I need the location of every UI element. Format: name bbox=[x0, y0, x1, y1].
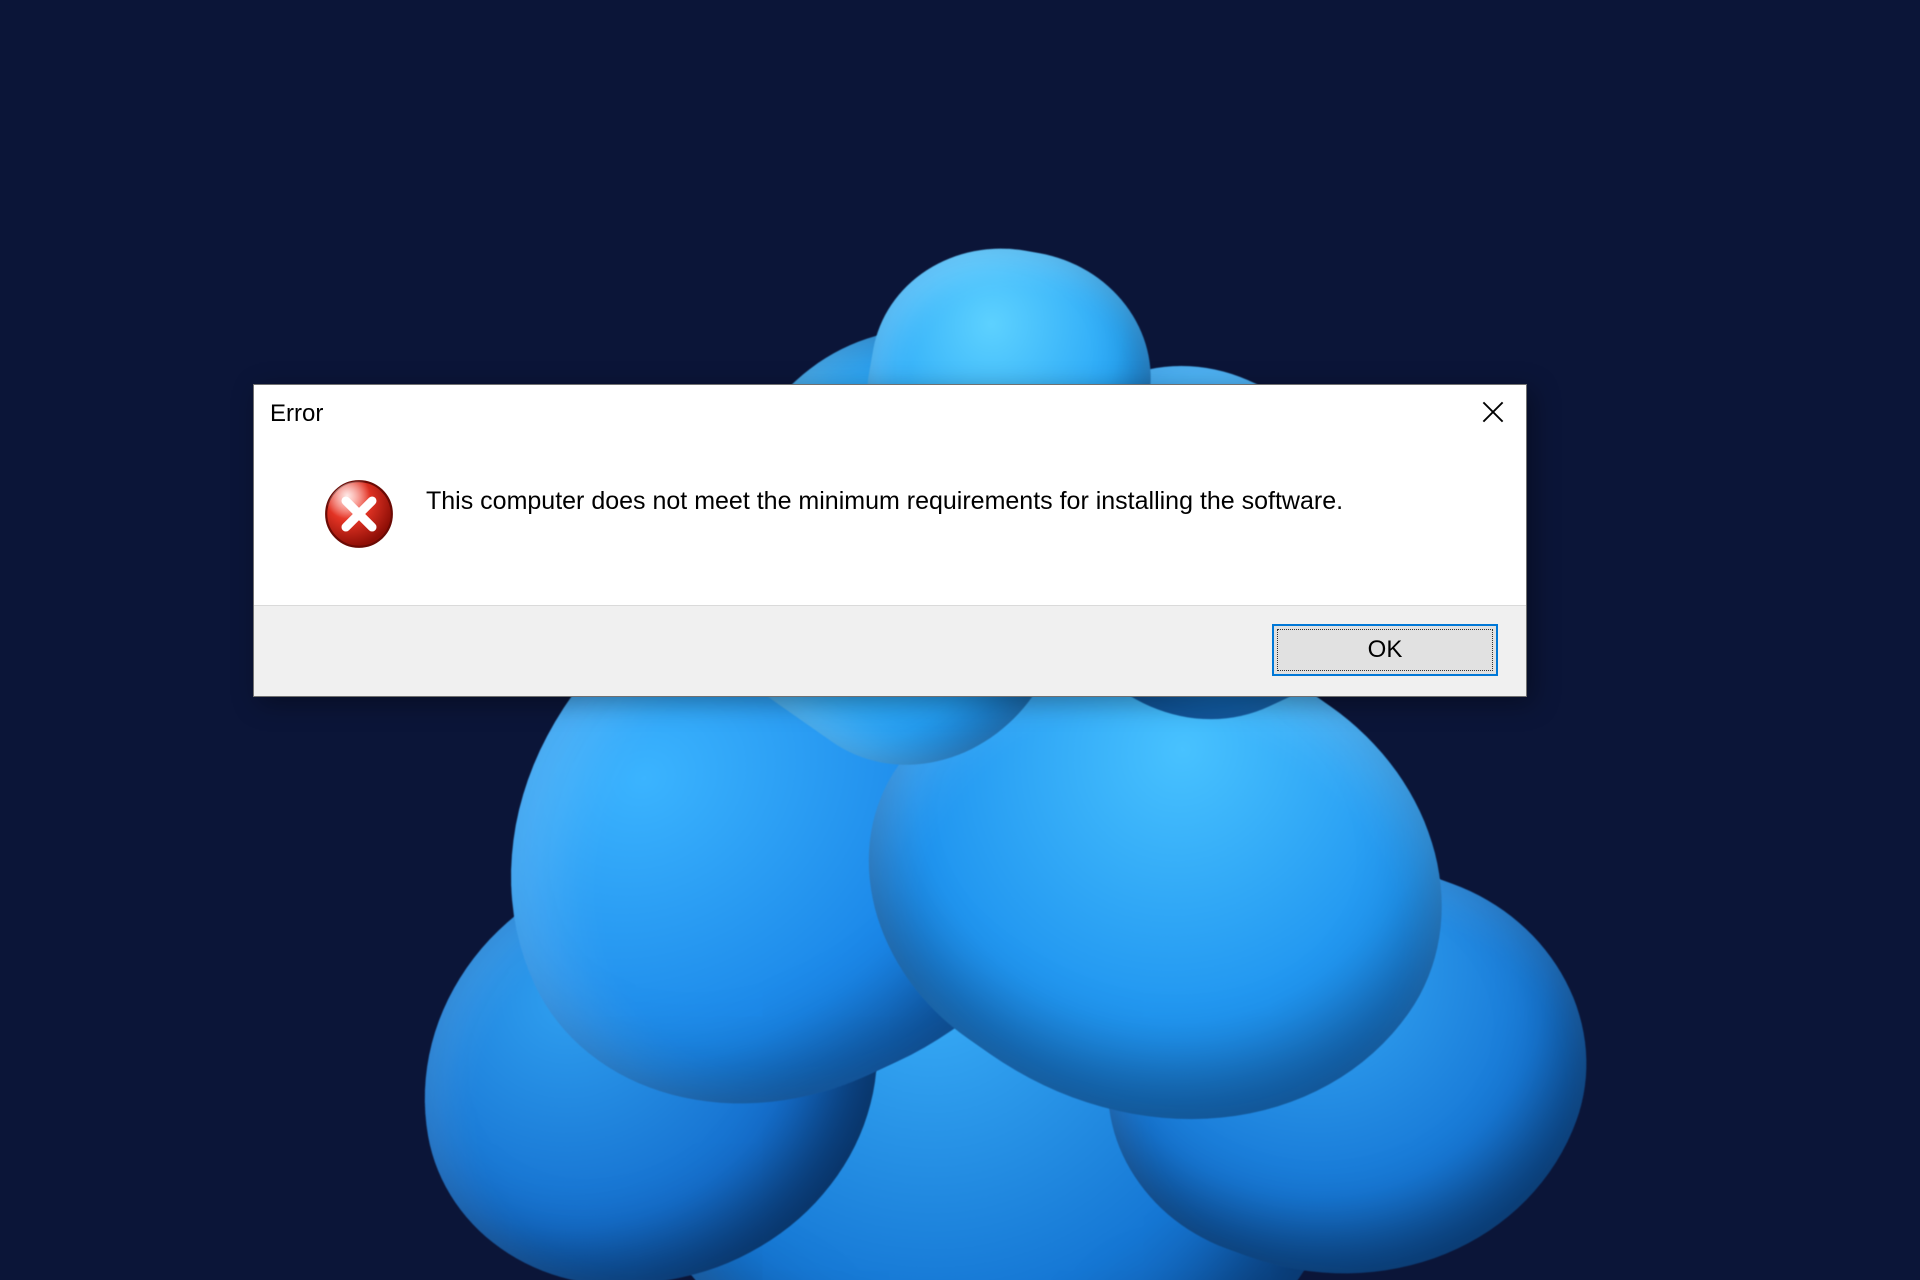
error-dialog: Error bbox=[253, 384, 1527, 697]
dialog-button-bar: OK bbox=[254, 605, 1526, 696]
ok-button[interactable]: OK bbox=[1272, 624, 1498, 676]
error-icon bbox=[324, 479, 394, 549]
close-button[interactable] bbox=[1460, 385, 1526, 443]
dialog-title: Error bbox=[270, 400, 323, 428]
dialog-content: This computer does not meet the minimum … bbox=[254, 443, 1526, 605]
dialog-titlebar: Error bbox=[254, 385, 1526, 443]
dialog-message: This computer does not meet the minimum … bbox=[426, 481, 1343, 519]
close-icon bbox=[1482, 401, 1504, 428]
